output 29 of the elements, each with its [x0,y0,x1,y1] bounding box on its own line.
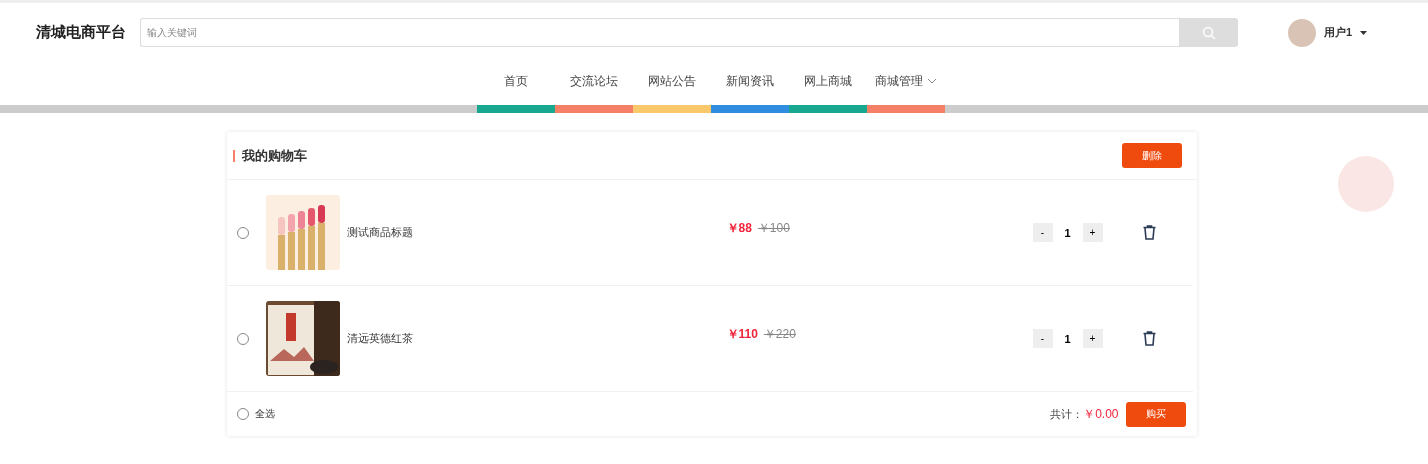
nav-link[interactable]: 首页 [477,72,555,90]
product-name[interactable]: 测试商品标题 [346,225,727,240]
user-avatar[interactable] [1288,18,1316,47]
cart-title: 我的购物车 [232,149,307,162]
nav-link[interactable]: 新闻资讯 [711,72,789,90]
nav-link[interactable]: 交流论坛 [555,72,633,90]
nav-link[interactable]: 商城管理 [867,72,945,90]
original-price: ￥100 [757,220,790,237]
select-all-label[interactable]: 全选 [254,407,275,421]
quantity-field[interactable]: 1 [1052,329,1083,348]
decoration-circle [1338,156,1394,212]
search-field[interactable]: 输入关键词 [140,18,1179,47]
quantity-field[interactable]: 1 [1052,223,1083,242]
total-amount: ￥0.00 [1083,405,1119,423]
original-price: ￥220 [763,326,796,343]
user-name[interactable]: 用户1 [1324,25,1353,40]
product-price: ￥88 [726,220,752,237]
caret-icon[interactable] [1360,30,1368,35]
buy-button[interactable]: 购买 [1125,401,1186,427]
search-icon [1201,25,1216,40]
product-name[interactable]: 清远英德红茶 [346,331,727,346]
total-label: 共计： [1050,406,1084,422]
trash-icon[interactable] [1142,225,1156,240]
delete-button[interactable]: 删除 [1121,143,1182,168]
site-logo: 清城电商平台 [36,23,126,42]
nav-link[interactable]: 网上商城 [789,72,867,90]
nav-link[interactable]: 网站公告 [633,72,711,90]
product-price: ￥110 [726,326,758,343]
trash-icon[interactable] [1142,331,1156,346]
